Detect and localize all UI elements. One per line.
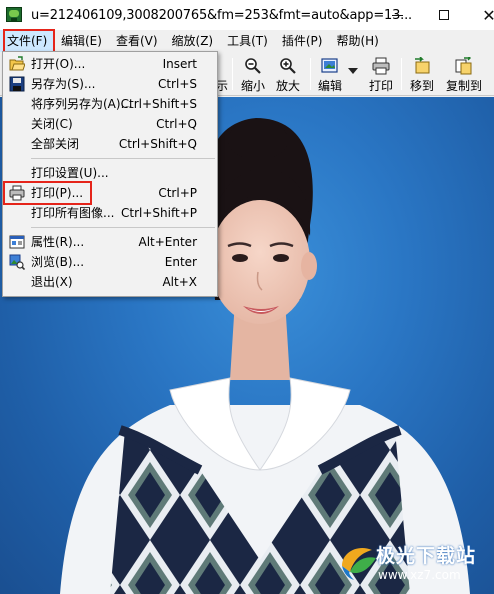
menu-tools[interactable]: 工具(T) bbox=[220, 30, 275, 52]
app-icon bbox=[6, 6, 24, 24]
file-menu-dropdown: 打开(O)... Insert 另存为(S)... Ctrl+S 将序列另存为(… bbox=[2, 51, 218, 297]
window-title: u=212406109,3008200765&fm=253&fmt=auto&a… bbox=[31, 7, 412, 23]
properties-icon bbox=[9, 234, 25, 250]
watermark-title: 极光下载站 bbox=[376, 545, 477, 567]
edit-button[interactable]: 编辑 bbox=[314, 54, 346, 94]
minimize-icon bbox=[391, 14, 403, 16]
maximize-button[interactable] bbox=[425, 0, 463, 30]
menu-plugins[interactable]: 插件(P) bbox=[275, 30, 330, 52]
menu-item-open[interactable]: 打开(O)... Insert bbox=[3, 54, 217, 74]
menu-bar: 文件(F) 编辑(E) 查看(V) 缩放(Z) 工具(T) 插件(P) 帮助(H… bbox=[0, 30, 494, 52]
browse-icon bbox=[9, 254, 26, 271]
toolbar-separator bbox=[232, 58, 233, 90]
menu-separator bbox=[31, 158, 215, 159]
move-to-button[interactable]: 移到 bbox=[406, 54, 438, 94]
menu-item-close[interactable]: 关闭(C) Ctrl+Q bbox=[3, 114, 217, 134]
edit-icon bbox=[321, 57, 339, 75]
menu-item-exit[interactable]: 退出(X) Alt+X bbox=[3, 272, 217, 292]
close-button[interactable]: ✕ bbox=[470, 0, 494, 30]
zoom-in-icon bbox=[279, 57, 297, 75]
toolbar-separator bbox=[401, 58, 402, 90]
menu-help[interactable]: 帮助(H) bbox=[329, 30, 385, 52]
menu-item-save-as[interactable]: 另存为(S)... Ctrl+S bbox=[3, 74, 217, 94]
open-folder-icon bbox=[9, 56, 26, 72]
move-to-icon bbox=[413, 57, 431, 75]
toolbar-overflow-button[interactable] bbox=[488, 54, 494, 94]
zoom-out-button[interactable]: 缩小 bbox=[238, 54, 268, 94]
toolbar-separator bbox=[310, 58, 311, 90]
menu-item-properties[interactable]: 属性(R)... Alt+Enter bbox=[3, 232, 217, 252]
menu-file[interactable]: 文件(F) bbox=[0, 30, 54, 52]
chevron-down-icon bbox=[344, 62, 362, 80]
menu-item-print-all[interactable]: 打印所有图像... Ctrl+Shift+P bbox=[3, 203, 217, 223]
menu-item-print[interactable]: 打印(P)... Ctrl+P bbox=[3, 183, 217, 203]
menu-item-browse[interactable]: 浏览(B)... Enter bbox=[3, 252, 217, 272]
print-button[interactable]: 打印 bbox=[366, 54, 396, 94]
zoom-out-icon bbox=[244, 57, 262, 75]
printer-icon bbox=[9, 185, 25, 201]
copy-to-button[interactable]: 复制到 bbox=[442, 54, 486, 94]
menu-view[interactable]: 查看(V) bbox=[109, 30, 165, 52]
minimize-button[interactable] bbox=[378, 0, 416, 30]
title-bar: u=212406109,3008200765&fm=253&fmt=auto&a… bbox=[0, 0, 494, 30]
menu-edit[interactable]: 编辑(E) bbox=[54, 30, 109, 52]
watermark-url: www.xz7.com bbox=[378, 568, 461, 582]
watermark: 极光下载站 www.xz7.com bbox=[338, 538, 488, 592]
edit-dropdown-arrow[interactable] bbox=[347, 54, 359, 94]
menu-separator bbox=[31, 227, 215, 228]
maximize-icon bbox=[439, 10, 449, 20]
menu-item-close-all[interactable]: 全部关闭 Ctrl+Shift+Q bbox=[3, 134, 217, 154]
watermark-logo-icon bbox=[342, 547, 376, 580]
menu-item-save-sequence[interactable]: 将序列另存为(A)... Ctrl+Shift+S bbox=[3, 94, 217, 114]
zoom-in-button[interactable]: 放大 bbox=[272, 54, 304, 94]
printer-icon bbox=[372, 57, 390, 75]
save-disk-icon bbox=[9, 76, 25, 92]
menu-item-print-setup[interactable]: 打印设置(U)... bbox=[3, 163, 217, 183]
copy-to-icon bbox=[455, 57, 473, 75]
menu-zoom[interactable]: 缩放(Z) bbox=[165, 30, 221, 52]
